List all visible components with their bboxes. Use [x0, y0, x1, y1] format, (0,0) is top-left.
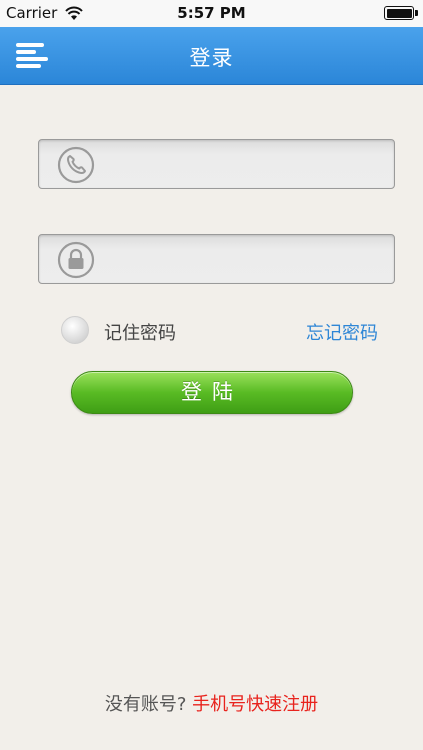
lock-icon	[57, 241, 95, 279]
password-field[interactable]	[38, 234, 395, 284]
register-footer: 没有账号? 手机号快速注册	[0, 690, 423, 716]
phone-icon	[57, 146, 95, 184]
password-input[interactable]	[105, 235, 385, 283]
status-bar: Carrier 5:57 PM	[0, 0, 423, 27]
phone-input[interactable]	[105, 140, 385, 188]
forgot-password-link[interactable]: 忘记密码	[306, 319, 378, 345]
remember-password-radio[interactable]	[61, 316, 89, 344]
login-button[interactable]: 登陆	[71, 371, 353, 414]
remember-password-label: 记住密码	[104, 323, 176, 344]
login-screen: Carrier 5:57 PM 登录 记住密码 忘记密码 登陆 没有账号? 手机…	[0, 0, 423, 750]
page-title: 登录	[189, 46, 234, 70]
battery-icon	[384, 6, 418, 20]
register-link[interactable]: 手机号快速注册	[192, 694, 318, 715]
nav-bar: 登录	[0, 27, 423, 85]
status-time: 5:57 PM	[177, 4, 246, 22]
phone-field[interactable]	[38, 139, 395, 189]
no-account-prompt: 没有账号?	[104, 694, 193, 715]
